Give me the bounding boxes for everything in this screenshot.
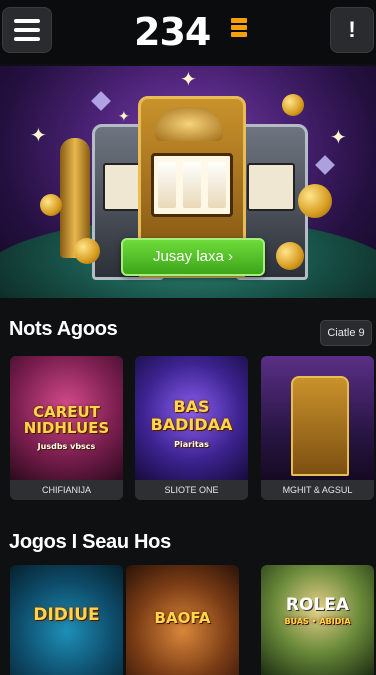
site-logo[interactable]: 234: [134, 10, 211, 54]
game-thumbnail: [261, 356, 374, 480]
game-thumbnail: CAREUT NIDHLUES Jusdbs vbscs: [10, 356, 123, 480]
game-caption: CHIFIANIJA: [10, 480, 123, 500]
game-art-title: DIDIUE: [33, 605, 100, 625]
coin-icon: [282, 94, 304, 116]
game-art-title: BAS BADIDAA: [150, 397, 233, 434]
game-card[interactable]: ROLEA BUAS • ABIDIA: [261, 565, 374, 675]
game-art-title: CAREUT NIDHLUES: [23, 403, 110, 437]
coin-icon: [74, 238, 100, 264]
sparkle-icon: ✦: [30, 125, 47, 147]
gem-icon: [91, 91, 111, 111]
play-now-button[interactable]: Jusay laxa ›: [121, 238, 265, 276]
game-card[interactable]: MGHIT & AGSUL: [261, 356, 374, 500]
game-card[interactable]: BAS BADIDAA Piaritas SLIOTE ONE: [135, 356, 248, 500]
game-card[interactable]: CAREUT NIDHLUES Jusdbs vbscs CHIFIANIJA: [10, 356, 123, 500]
hamburger-menu-icon[interactable]: [2, 7, 52, 53]
sparkle-icon: ✦: [180, 69, 197, 91]
game-art-title: ROLEA: [285, 595, 350, 615]
info-button[interactable]: !: [330, 7, 374, 53]
game-art-subtitle: Jusdbs vbscs: [37, 442, 96, 451]
game-card[interactable]: DIDIUE: [10, 565, 123, 675]
sparkle-icon: ✦: [330, 127, 347, 149]
game-thumbnail: BAS BADIDAA Piaritas: [135, 356, 248, 480]
section-title: Nots Agoos: [9, 318, 118, 340]
section-title: Jogos I Seau Hos: [9, 531, 171, 553]
gem-icon: [315, 155, 335, 175]
game-art-title: BAOFA: [154, 609, 211, 627]
slot-machine-art: [291, 376, 349, 476]
game-art-subtitle: BUAS • ABIDIA: [284, 617, 351, 626]
coin-icon: [298, 184, 332, 218]
coin-icon: [276, 242, 304, 270]
menu-line: [14, 19, 40, 23]
logo-flag-icon: [231, 18, 247, 44]
game-caption: SLIOTE ONE: [135, 480, 248, 500]
menu-line: [14, 37, 40, 41]
game-art-subtitle: Piaritas: [174, 440, 209, 449]
sparkle-icon: ✦: [118, 108, 130, 124]
coin-icon: [40, 194, 62, 216]
game-card[interactable]: BAOFA: [126, 565, 239, 675]
game-caption: MGHIT & AGSUL: [261, 480, 374, 500]
see-all-button[interactable]: Ciatle 9: [320, 320, 372, 346]
top-bar: 234 !: [0, 0, 376, 64]
menu-line: [14, 28, 40, 32]
